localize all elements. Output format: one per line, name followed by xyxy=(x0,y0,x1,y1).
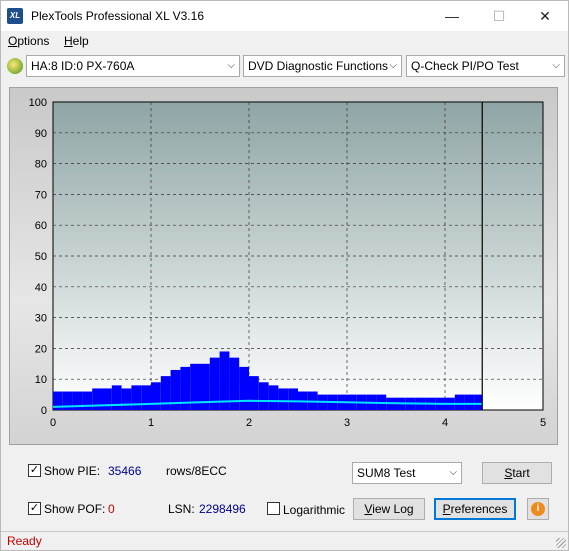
test-select[interactable]: Q-Check PI/PO Test ⌵ xyxy=(406,55,565,77)
pie-unit: rows/8ECC xyxy=(166,464,227,478)
app-logo-icon: XL xyxy=(7,8,23,24)
x-tick-label: 3 xyxy=(344,417,350,429)
x-tick-label: 2 xyxy=(246,417,252,429)
pie-bar xyxy=(102,388,112,410)
y-tick-label: 20 xyxy=(35,343,47,355)
pie-bar xyxy=(288,388,298,410)
y-tick-label: 100 xyxy=(29,97,47,109)
resize-grip-icon[interactable] xyxy=(556,538,566,548)
y-tick-label: 60 xyxy=(35,220,47,232)
menu-options[interactable]: Options xyxy=(8,34,49,48)
window-title: PlexTools Professional XL V3.16 xyxy=(31,9,204,23)
pi-po-chart: 0 10 20 30 40 50 60 70 80 90 100 0 1 2 3 4 5 xyxy=(29,97,546,429)
status-text: Ready xyxy=(7,534,42,548)
test-mode-value: SUM8 Test xyxy=(357,466,416,480)
view-log-button[interactable]: View Log xyxy=(353,498,425,520)
status-bar: Ready xyxy=(1,531,568,550)
pie-bar xyxy=(239,366,249,410)
chart-panel: 0 10 20 30 40 50 60 70 80 90 100 0 1 2 3 4 5 xyxy=(9,87,558,445)
pie-bar xyxy=(151,382,161,410)
x-tick-label: 4 xyxy=(442,417,448,429)
show-pof-label: Show POF: xyxy=(44,502,106,516)
close-button[interactable]: ✕ xyxy=(522,1,568,31)
title-bar: XL PlexTools Professional XL V3.16 — ☐ ✕ xyxy=(1,1,568,31)
y-tick-label: 50 xyxy=(35,251,47,263)
pie-bar xyxy=(474,394,483,410)
function-select-value: DVD Diagnostic Functions xyxy=(248,59,389,73)
chevron-down-icon: ⌵ xyxy=(227,60,235,71)
logarithmic-label: Logarithmic xyxy=(283,503,346,517)
logarithmic-checkbox[interactable] xyxy=(267,502,280,515)
pie-value: 35466 xyxy=(108,464,142,478)
y-tick-label: 80 xyxy=(35,159,47,171)
lsn-value: 2298496 xyxy=(199,502,246,516)
y-tick-label: 40 xyxy=(35,282,47,294)
y-tick-label: 90 xyxy=(35,128,47,140)
chevron-down-icon: ⌵ xyxy=(552,60,560,71)
chevron-down-icon: ⌵ xyxy=(449,467,457,478)
toolbar: HA:8 ID:0 PX-760A ⌵ DVD Diagnostic Funct… xyxy=(1,53,568,81)
start-button[interactable]: Start xyxy=(482,462,552,484)
pie-bar xyxy=(268,385,279,410)
x-tick-label: 0 xyxy=(50,417,56,429)
menu-help[interactable]: Help xyxy=(64,34,89,48)
test-select-value: Q-Check PI/PO Test xyxy=(411,59,519,73)
info-icon: i xyxy=(531,502,545,516)
pie-bar xyxy=(92,388,102,410)
controls-panel: ✓ Show PIE: 35466 rows/8ECC ✓ Show POF: … xyxy=(1,451,568,527)
pie-bar xyxy=(131,385,142,410)
show-pie-label: Show PIE: xyxy=(44,464,101,478)
y-tick-label: 10 xyxy=(35,374,47,386)
pie-bar xyxy=(454,394,465,410)
drive-disc-icon xyxy=(7,58,23,74)
drive-select-value: HA:8 ID:0 PX-760A xyxy=(31,59,135,73)
app-window: XL PlexTools Professional XL V3.16 — ☐ ✕… xyxy=(0,0,569,551)
show-pie-checkbox[interactable]: ✓ xyxy=(28,464,41,477)
y-tick-label: 70 xyxy=(35,189,47,201)
menu-bar: Options Help xyxy=(1,31,568,51)
show-pof-checkbox[interactable]: ✓ xyxy=(28,502,41,515)
function-select[interactable]: DVD Diagnostic Functions ⌵ xyxy=(243,55,402,77)
pie-bar xyxy=(258,382,269,410)
y-tick-label: 30 xyxy=(35,313,47,325)
pie-bar xyxy=(121,388,132,410)
drive-select[interactable]: HA:8 ID:0 PX-760A ⌵ xyxy=(26,55,240,77)
lsn-label: LSN: xyxy=(168,502,195,516)
x-tick-label: 1 xyxy=(148,417,154,429)
y-tick-label: 0 xyxy=(41,405,47,417)
chevron-down-icon: ⌵ xyxy=(389,60,397,71)
pie-bar xyxy=(278,388,289,410)
test-mode-select[interactable]: SUM8 Test ⌵ xyxy=(352,462,462,484)
x-tick-label: 5 xyxy=(540,417,546,429)
pof-value: 0 xyxy=(108,502,115,516)
pie-bar xyxy=(464,394,475,410)
info-button[interactable]: i xyxy=(527,498,549,520)
pie-bar xyxy=(160,376,171,410)
pie-bar xyxy=(82,391,93,410)
pie-bar xyxy=(111,385,122,410)
pie-bar xyxy=(141,385,151,410)
preferences-button[interactable]: Preferences xyxy=(434,498,516,520)
pie-bar xyxy=(249,376,259,410)
maximize-button[interactable]: ☐ xyxy=(476,1,522,31)
minimize-button[interactable]: — xyxy=(429,1,475,31)
